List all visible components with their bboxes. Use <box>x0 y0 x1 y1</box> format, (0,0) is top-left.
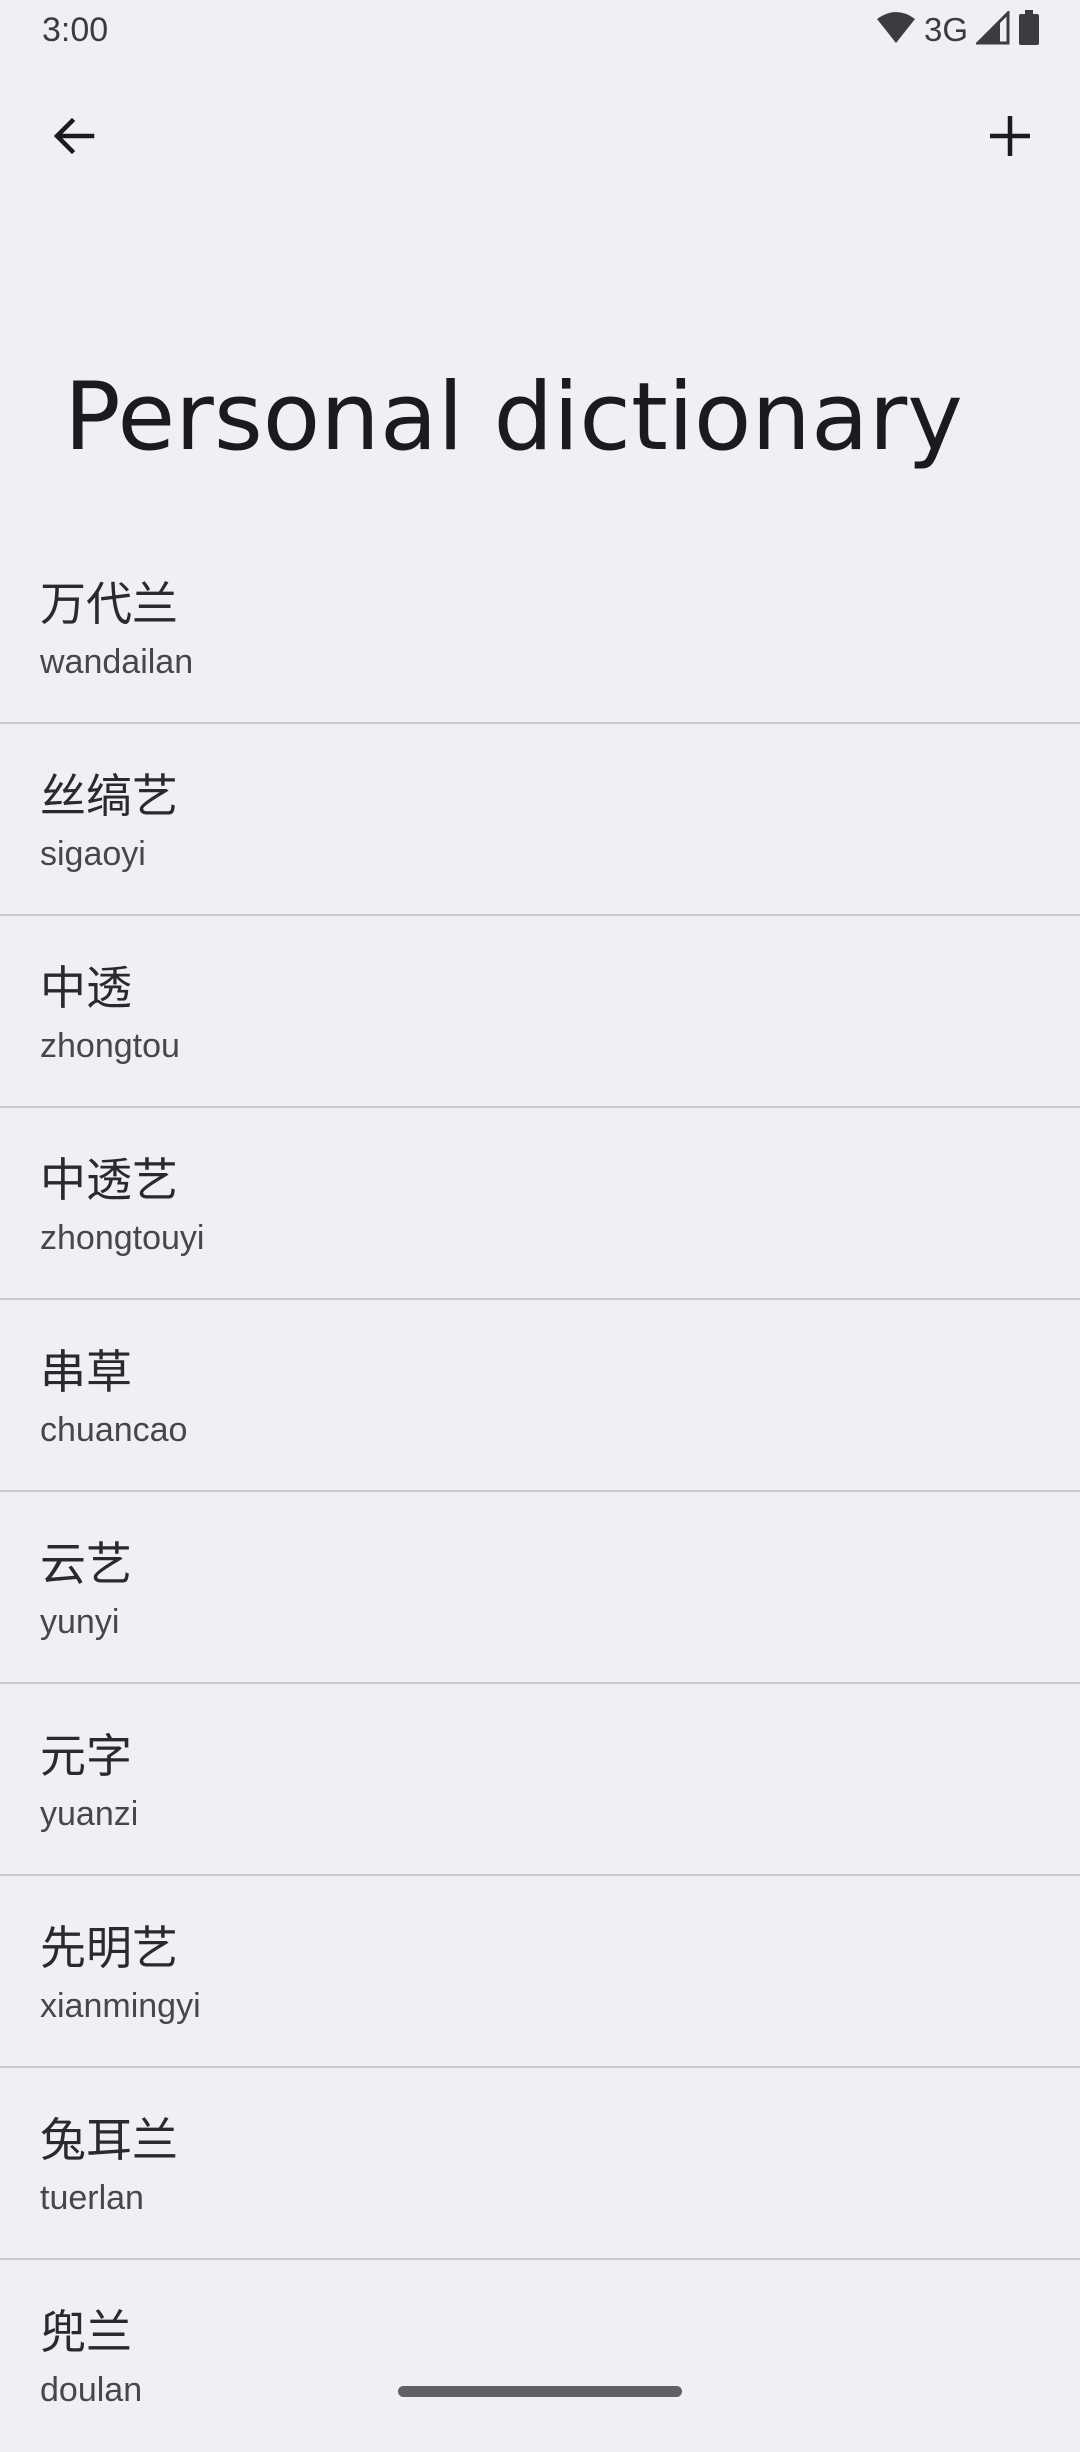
word-text: 兔耳兰 <box>40 2113 178 2167</box>
list-item[interactable]: 元字 yuanzi <box>0 1684 1080 1876</box>
word-shortcut: xianmingyi <box>40 1987 201 2025</box>
gesture-navigation-handle[interactable] <box>398 2386 682 2397</box>
word-text: 丝缟艺 <box>40 769 178 823</box>
word-shortcut: sigaoyi <box>40 835 146 873</box>
status-time: 3:00 <box>42 11 109 49</box>
list-item[interactable]: 万代兰 wandailan <box>0 532 1080 724</box>
top-app-bar <box>0 80 1080 192</box>
list-item[interactable]: 兔耳兰 tuerlan <box>0 2068 1080 2260</box>
page-title: Personal dictionary <box>64 363 963 472</box>
word-shortcut: chuancao <box>40 1411 188 1449</box>
word-list: 万代兰 wandailan 丝缟艺 sigaoyi 中透 zhongtou 中透… <box>0 532 1080 2452</box>
word-shortcut: wandailan <box>40 643 194 681</box>
battery-icon <box>1018 10 1040 50</box>
list-item[interactable]: 串草 chuancao <box>0 1300 1080 1492</box>
word-text: 兜兰 <box>40 2305 132 2359</box>
word-text: 中透艺 <box>40 1153 178 1207</box>
list-item[interactable]: 中透艺 zhongtouyi <box>0 1108 1080 1300</box>
word-shortcut: yunyi <box>40 1603 120 1641</box>
word-shortcut: zhongtou <box>40 1027 180 1065</box>
word-shortcut: zhongtouyi <box>40 1219 205 1257</box>
add-word-button[interactable] <box>964 92 1056 184</box>
cell-signal-icon <box>974 9 1010 49</box>
status-icons: 3G <box>876 9 1040 50</box>
list-item[interactable]: 兜兰 doulan <box>0 2260 1080 2452</box>
network-type-label: 3G <box>923 11 968 48</box>
arrow-back-icon <box>50 112 98 164</box>
word-text: 万代兰 <box>40 577 178 631</box>
plus-icon <box>986 112 1034 164</box>
list-item[interactable]: 丝缟艺 sigaoyi <box>0 724 1080 916</box>
word-shortcut: yuanzi <box>40 1795 139 1833</box>
word-text: 串草 <box>40 1345 132 1399</box>
word-text: 云艺 <box>40 1537 132 1591</box>
word-text: 中透 <box>40 961 132 1015</box>
status-bar: 3:00 3G <box>0 0 1080 64</box>
list-item[interactable]: 先明艺 xianmingyi <box>0 1876 1080 2068</box>
wifi-icon <box>876 11 916 49</box>
word-shortcut: doulan <box>40 2371 143 2409</box>
word-text: 元字 <box>40 1729 132 1783</box>
word-text: 先明艺 <box>40 1921 178 1975</box>
word-shortcut: tuerlan <box>40 2179 144 2217</box>
list-item[interactable]: 中透 zhongtou <box>0 916 1080 1108</box>
back-button[interactable] <box>28 92 120 184</box>
list-item[interactable]: 云艺 yunyi <box>0 1492 1080 1684</box>
